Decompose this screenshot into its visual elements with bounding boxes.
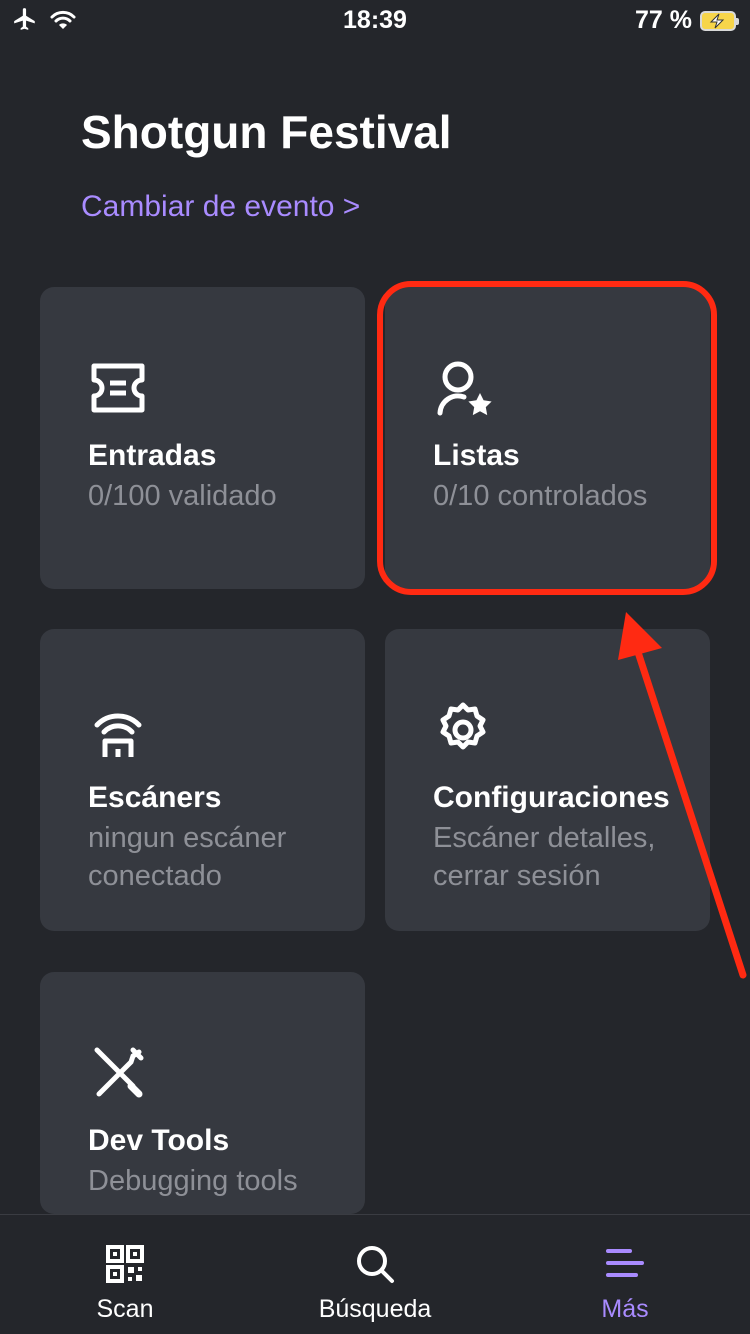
gear-icon — [440, 702, 486, 750]
tile-title: Configuraciones — [433, 781, 670, 814]
nav-label: Más — [601, 1295, 649, 1323]
tile-entradas[interactable]: Entradas 0/100 validado — [40, 287, 365, 589]
status-bar: 18:39 77 % — [0, 0, 750, 42]
tile-subtitle: 0/100 validado — [88, 480, 277, 512]
nav-label: Búsqueda — [318, 1295, 432, 1323]
tools-icon — [94, 1047, 144, 1098]
tile-title: Entradas — [88, 439, 217, 472]
tile-configuraciones[interactable]: Configuraciones Escáner detalles, cerrar… — [385, 629, 710, 931]
search-icon — [357, 1246, 394, 1283]
tile-title: Dev Tools — [88, 1124, 230, 1157]
tile-escaners[interactable]: Escáners ningun escáner conectado — [40, 629, 365, 931]
tile-title: Escáners — [88, 781, 222, 814]
battery-charging-icon — [700, 10, 739, 31]
ticket-icon — [91, 363, 145, 413]
qr-code-icon — [106, 1245, 144, 1283]
battery-percent: 77 % — [635, 6, 692, 34]
tile-subtitle: Debugging tools — [88, 1165, 298, 1197]
page-title: Shotgun Festival — [81, 106, 452, 158]
tile-title: Listas — [433, 439, 520, 472]
bottom-nav: Scan Búsqueda Más — [0, 1214, 750, 1334]
scanner-wifi-icon — [94, 713, 142, 757]
change-event-link[interactable]: Cambiar de evento > — [81, 190, 360, 224]
tile-subtitle: 0/10 controlados — [433, 480, 648, 512]
nav-scan[interactable]: Scan — [0, 1215, 250, 1334]
nav-mas[interactable]: Más — [500, 1215, 750, 1334]
tile-subtitle: Escáner detalles, cerrar sesión — [433, 822, 656, 892]
nav-busqueda[interactable]: Búsqueda — [250, 1215, 500, 1334]
status-right: 77 % — [635, 6, 739, 35]
tile-dev-tools[interactable]: Dev Tools Debugging tools — [40, 972, 365, 1214]
tile-listas[interactable]: Listas 0/10 controlados — [385, 287, 710, 589]
nav-label: Scan — [96, 1295, 154, 1323]
person-star-icon — [437, 361, 492, 416]
menu-icon — [606, 1249, 644, 1277]
tile-subtitle: ningun escáner conectado — [88, 822, 287, 892]
